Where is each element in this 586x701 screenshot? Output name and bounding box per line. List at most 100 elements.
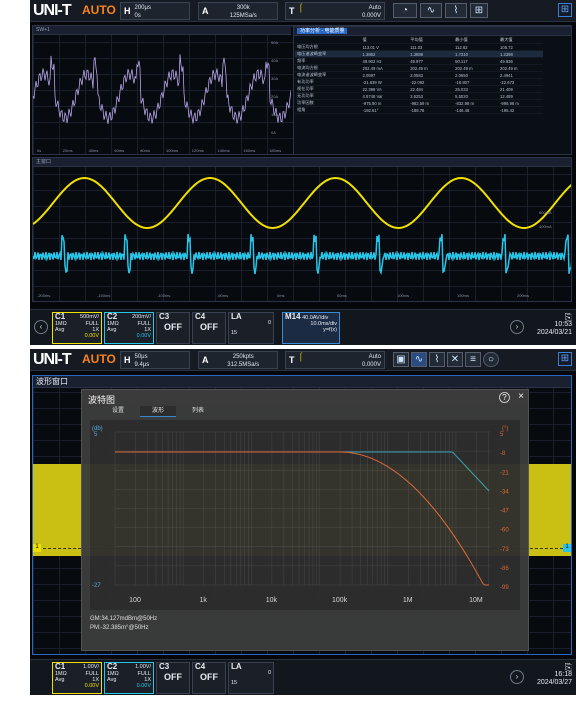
channel-bar: C1 1.00V/ 1MΩ FULL Avg 1X 0.00V C2 1.00V/ 1M…	[30, 659, 576, 695]
bode-icon[interactable]: ∿	[411, 352, 427, 367]
channel-c4[interactable]: C4 OFF	[192, 312, 226, 344]
t-label: T	[289, 355, 295, 365]
grid-icon[interactable]: ⊞	[470, 3, 488, 18]
h-delay: 9.4μs	[134, 362, 150, 368]
channel-la[interactable]: LA 0 15	[228, 312, 274, 344]
display-icon[interactable]: ▣	[393, 352, 409, 367]
right-tick-label: -8	[500, 451, 506, 457]
table-cell: 25.033	[453, 85, 499, 93]
brand-logo: UNI-T	[33, 351, 72, 368]
record-icon[interactable]: ○	[483, 352, 499, 367]
axis-tick-label: -150ms	[97, 293, 111, 298]
ch1-marker-icon[interactable]: 1	[33, 544, 41, 552]
zoom-time-axis: 0s 20ms 40ms 60ms 80ms 100ms 120ms 140ms 160ms 18…	[33, 148, 291, 154]
table-cell: 电流谐波畸变率	[295, 71, 361, 79]
a-label: A	[202, 6, 209, 16]
zoom-vertical-scale: 50A 40A 30A 20A 10A 0A	[271, 36, 289, 148]
trigger-control[interactable]: T ⌠ Auto 0.000V	[285, 351, 385, 369]
measure-icon[interactable]: ◔	[393, 3, 417, 18]
axis-tick-label: 200ms	[517, 293, 530, 298]
cursor-icon[interactable]: ⌇	[429, 352, 445, 367]
h-timebase: 200μs	[134, 5, 151, 11]
table-cell: 202.49 m	[408, 64, 454, 72]
table-cell: 111.03	[408, 43, 454, 51]
menu-icon[interactable]: ⊞	[558, 352, 572, 366]
table-cell: 相角	[295, 106, 361, 114]
table-cell: -146.48	[453, 106, 499, 114]
channel-la[interactable]: LA 0 15	[228, 662, 274, 694]
axis-tick-label: 40ms	[88, 148, 99, 153]
trigger-control[interactable]: T ⌠ Auto 0.000V	[285, 2, 385, 20]
oscilloscope-screen-power: UNI-T AUTO H 200μs 0s A 300k 125MSa/s T …	[30, 0, 576, 345]
tab-0[interactable]: 设置	[100, 406, 136, 417]
help-icon[interactable]: ?	[499, 392, 510, 403]
axis-tick-label: 100ms	[397, 293, 410, 298]
table-cell: 电压谐波畸变率	[295, 50, 361, 58]
main-window[interactable]: 主窗口 -200ms -150ms -100ms -50ms 0ms 50ms 100ms 1…	[32, 157, 572, 302]
scale-label: 40A	[271, 58, 279, 63]
tab-2[interactable]: 列表	[180, 406, 216, 417]
channel-c1[interactable]: C1 1.00V/ 1MΩ FULL Avg 1X 0.00V	[52, 662, 102, 694]
ch2-marker-icon[interactable]: 1	[563, 544, 571, 552]
acquire-control[interactable]: A 250kpts 312.5MSa/s	[198, 351, 278, 369]
acquire-control[interactable]: A 300k 125MSa/s	[198, 2, 278, 20]
power-window-tab[interactable]: 功率分析 - 电能质量	[297, 28, 348, 34]
next-page-icon[interactable]: ›	[510, 670, 524, 684]
zoom-icon[interactable]: ✕	[447, 352, 463, 367]
channel-c3[interactable]: C3 OFF	[156, 662, 190, 694]
power-window-bar: 功率分析 - 电能质量	[294, 27, 571, 36]
scale-label: 30A	[271, 76, 279, 81]
tab-1[interactable]: 波形	[140, 406, 176, 417]
table-cell: 无功功率	[295, 92, 361, 100]
system-clock: ⎘ 16:18 2024/03/27	[537, 663, 572, 687]
top-toolbar: UNI-T AUTO H 200μs 0s A 300k 125MSa/s T …	[30, 0, 576, 22]
power-measure-window: 功率分析 - 电能质量 值平均值 最小值 最大值 电压均方根 113.01 V 111.…	[293, 26, 571, 154]
wave-icon[interactable]: ∿	[420, 3, 442, 18]
axis-tick-label: 0ms	[277, 293, 285, 298]
ch2-trace	[33, 233, 571, 276]
horizontal-control[interactable]: H 50μs 9.4μs	[120, 351, 190, 369]
channel-c2[interactable]: C2 1.00V/ 1MΩ FULL Avg 1X 0.00V	[104, 662, 154, 694]
zoom-window-title: SW+1	[33, 26, 291, 35]
ch1-trace	[33, 176, 571, 230]
list-icon[interactable]: ≡	[465, 352, 481, 367]
table-cell: -195.42	[498, 106, 543, 114]
a-memory: 250kpts	[232, 354, 254, 360]
table-cell: 113.01 V	[360, 43, 409, 51]
bode-plot: (db) (°) 5 -27 5 -8 -21 -34 -47 -60 -73 -86 -99 100 1k…	[90, 420, 520, 610]
close-icon[interactable]: ×	[518, 391, 524, 402]
main-time-axis: -200ms -150ms -100ms -50ms 0ms 50ms 100ms 150ms…	[33, 293, 571, 301]
channel-bar: ‹ C1 500mV/ 1MΩ FULL Avg 1X 0.00V C2 200mV/ …	[30, 309, 576, 345]
clock-time: 16:18	[554, 671, 572, 678]
a-samplerate: 125MSa/s	[229, 13, 257, 19]
table-row: 电压谐波畸变率 1.3862 1.3889 1.7310 1.2398	[295, 50, 543, 58]
channel-c4[interactable]: C4 OFF	[192, 662, 226, 694]
table-cell: -188.78	[408, 106, 454, 114]
channel-c1[interactable]: C1 500mV/ 1MΩ FULL Avg 1X 0.00V	[52, 312, 102, 344]
table-cell: -22.673	[498, 78, 543, 86]
next-page-icon[interactable]: ›	[510, 320, 524, 334]
x-tick-label: 1M	[403, 597, 413, 604]
bode-plot-svg: (db) (°)5-275-8-21-34-47-60-73-86-99100 1k…	[90, 420, 520, 610]
auto-button[interactable]: AUTO	[82, 3, 116, 17]
auto-button[interactable]: AUTO	[82, 352, 116, 366]
channel-m14[interactable]: M14 40.0AV/div 10.0ms/div y=f(x)	[282, 312, 340, 344]
table-cell: -982.59 m	[408, 99, 454, 107]
table-cell: 1.2398	[498, 50, 543, 58]
trigger-level: 0.000V	[361, 362, 381, 368]
table-cell: 202.49 mA	[360, 64, 409, 72]
prev-page-icon[interactable]: ‹	[34, 320, 48, 334]
channel-c2[interactable]: C2 200mV/ 1MΩ FULL Avg 1X 0.00V	[104, 312, 154, 344]
a-samplerate: 312.5MSa/s	[227, 362, 260, 368]
x-tick-label: 100	[129, 597, 141, 604]
left-tick-label: -27	[92, 583, 101, 589]
table-row: 电流均方根 202.49 mA 202.49 m 202.49 m 202.49 m	[295, 64, 543, 72]
gain-margin: GM:34.127mdBm@50Hz	[90, 616, 158, 622]
horizontal-control[interactable]: H 200μs 0s	[120, 2, 190, 20]
zoom-window[interactable]: SW+1 0s 20ms 40ms 60ms 80ms 100ms 120ms 140ms 16…	[32, 25, 572, 155]
cursor-icon[interactable]: ⌇	[445, 3, 467, 18]
channel-c3[interactable]: C3 OFF	[156, 312, 190, 344]
menu-icon[interactable]: ⊞	[558, 3, 572, 17]
table-row: 相角 -192.61° -188.78 -146.48 -195.42	[295, 106, 543, 114]
x-tick-label: 1k	[199, 597, 207, 604]
